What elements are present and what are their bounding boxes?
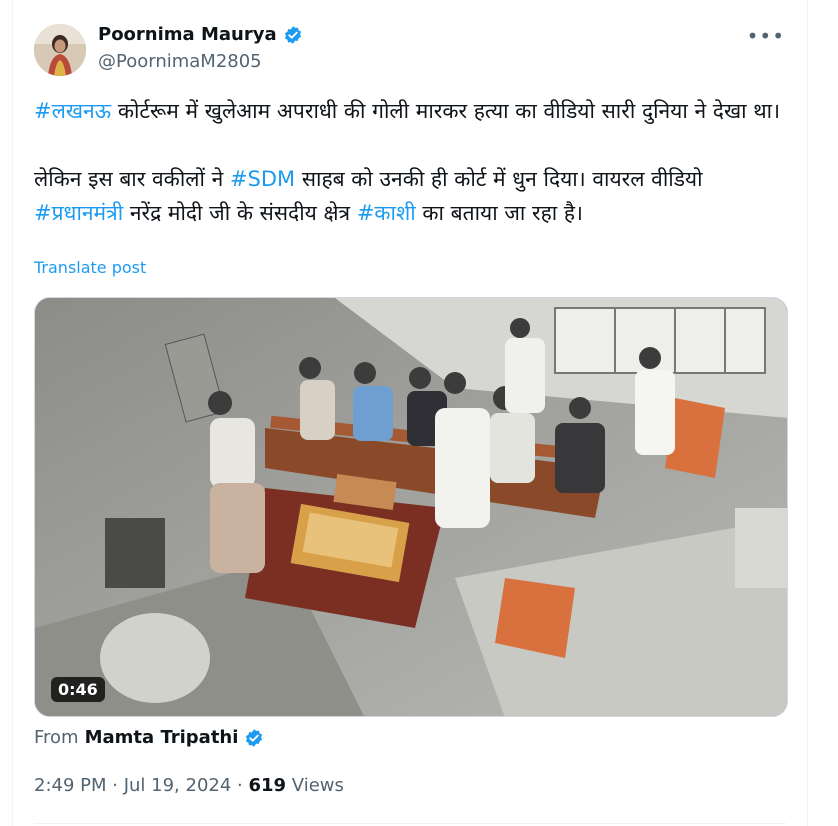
avatar[interactable] bbox=[34, 24, 86, 76]
more-options-icon[interactable]: ••• bbox=[747, 24, 785, 48]
tweet-text-segment: साहब को उनकी ही कोर्ट में धुन दिया। वायर… bbox=[295, 167, 703, 191]
divider bbox=[34, 823, 786, 824]
tweet-text: #लखनऊ कोर्टरूम में खुलेआम अपराधी की गोली… bbox=[34, 94, 784, 230]
verified-badge-icon bbox=[244, 728, 264, 748]
video-source: From Mamta Tripathi bbox=[34, 727, 264, 748]
meta-separator: · bbox=[106, 775, 124, 796]
views-label: Views bbox=[286, 775, 344, 796]
video-player[interactable]: 0:46 bbox=[34, 297, 788, 717]
author-handle[interactable]: @PoornimaM2805 bbox=[98, 51, 262, 72]
tweet-card: Poornima Maurya @PoornimaM2805 ••• #लखनऊ… bbox=[12, 0, 808, 826]
verified-badge-icon bbox=[283, 25, 303, 45]
translate-post-link[interactable]: Translate post bbox=[34, 258, 146, 277]
video-duration: 0:46 bbox=[51, 677, 105, 702]
hashtag-link[interactable]: #SDM bbox=[230, 167, 295, 191]
from-prefix: From bbox=[34, 727, 79, 748]
hashtag-link[interactable]: #लखनऊ bbox=[34, 99, 111, 123]
author-name-row[interactable]: Poornima Maurya bbox=[98, 24, 303, 45]
post-date[interactable]: Jul 19, 2024 bbox=[124, 775, 232, 796]
tweet-meta: 2:49 PM · Jul 19, 2024 · 619 Views bbox=[34, 775, 344, 796]
tweet-text-segment: का बताया जा रहा है। bbox=[415, 201, 583, 225]
hashtag-link[interactable]: #प्रधानमंत्री bbox=[34, 201, 123, 225]
hashtag-link[interactable]: #काशी bbox=[357, 201, 416, 225]
video-thumbnail bbox=[35, 298, 787, 716]
tweet-text-segment: लेकिन इस बार वकीलों ने bbox=[34, 167, 230, 191]
from-author-name[interactable]: Mamta Tripathi bbox=[85, 727, 239, 748]
tweet-paragraph-2: लेकिन इस बार वकीलों ने #SDM साहब को उनकी… bbox=[34, 162, 784, 230]
tweet-paragraph-1: #लखनऊ कोर्टरूम में खुलेआम अपराधी की गोली… bbox=[34, 94, 784, 128]
meta-separator: · bbox=[231, 775, 249, 796]
views-count: 619 bbox=[248, 775, 287, 796]
post-time[interactable]: 2:49 PM bbox=[34, 775, 107, 796]
tweet-text-segment: नरेंद्र मोदी जी के संसदीय क्षेत्र bbox=[123, 201, 357, 225]
author-name[interactable]: Poornima Maurya bbox=[98, 24, 277, 45]
tweet-text-segment: कोर्टरूम में खुलेआम अपराधी की गोली मारकर… bbox=[111, 99, 781, 123]
